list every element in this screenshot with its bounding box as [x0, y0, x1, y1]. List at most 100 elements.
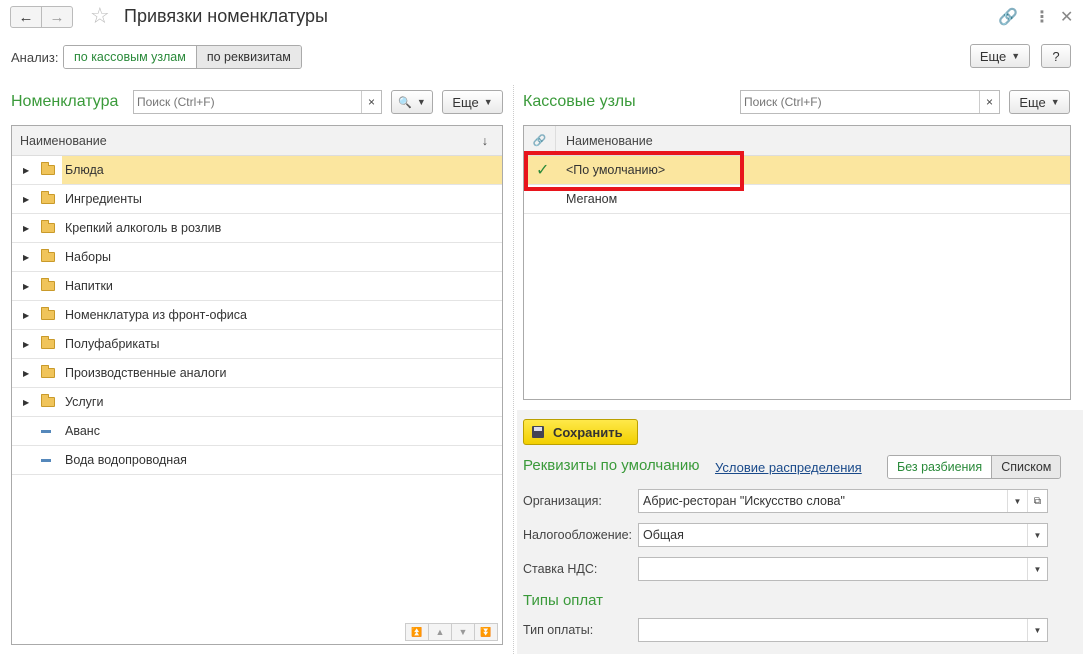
cash-nodes-search-input[interactable]	[741, 92, 979, 112]
nomenclature-title: Номенклатура	[11, 93, 119, 110]
back-button[interactable]: ←	[10, 6, 42, 28]
split-option-none[interactable]: Без разбиения	[888, 456, 992, 478]
table-row[interactable]: ▶ Напитки	[12, 272, 502, 301]
expand-arrow-icon[interactable]: ▶	[23, 311, 31, 320]
payment-type-field[interactable]: ▼	[638, 618, 1048, 642]
item-icon	[41, 429, 51, 433]
nomenclature-more-button[interactable]: Еще ▼	[442, 90, 503, 114]
clear-icon[interactable]: ×	[979, 91, 999, 113]
nomenclature-name: Крепкий алкоголь в розлив	[65, 221, 222, 235]
open-icon[interactable]: ⧉	[1027, 490, 1047, 512]
nomenclature-name: Вода водопроводная	[65, 453, 187, 467]
nomenclature-search-input[interactable]	[134, 92, 361, 112]
expand-arrow-icon[interactable]: ▶	[23, 340, 31, 349]
chevron-down-icon: ▼	[416, 97, 426, 107]
cash-nodes-title: Кассовые узлы	[523, 93, 636, 110]
folder-icon	[41, 365, 55, 378]
arrow-right-icon: →	[49, 8, 65, 26]
scroll-top-icon[interactable]: ⏫	[405, 623, 429, 641]
nomenclature-name: Полуфабрикаты	[65, 337, 160, 351]
folder-icon	[41, 162, 55, 175]
cash-nodes-more-button[interactable]: Еще ▼	[1009, 90, 1070, 114]
search-icon: 🔍	[398, 96, 412, 109]
payment-type-label: Тип оплаты:	[523, 623, 594, 637]
help-button[interactable]: ?	[1041, 44, 1071, 68]
chevron-down-icon: ▼	[1011, 51, 1021, 61]
nomenclature-name: Услуги	[65, 395, 104, 409]
clear-icon[interactable]: ×	[361, 91, 381, 113]
analysis-option-cash-nodes[interactable]: по кассовым узлам	[64, 46, 196, 68]
expand-arrow-icon[interactable]: ▶	[23, 166, 31, 175]
split-option-list[interactable]: Списком	[991, 456, 1061, 478]
find-button[interactable]: 🔍 ▼	[391, 90, 433, 114]
expand-arrow-icon[interactable]: ▶	[23, 253, 31, 262]
more-vertical-icon[interactable]: ⋮	[1034, 7, 1050, 27]
expand-arrow-icon[interactable]: ▶	[23, 224, 31, 233]
chevron-down-icon[interactable]: ▼	[1027, 619, 1047, 641]
nomenclature-table-header[interactable]: Наименование ↓	[12, 126, 502, 156]
taxation-field[interactable]: Общая ▼	[638, 523, 1048, 547]
table-row[interactable]: ▶ Крепкий алкоголь в розлив	[12, 214, 502, 243]
chevron-down-icon: ▼	[1050, 97, 1060, 107]
nomenclature-search: ×	[133, 90, 382, 114]
close-icon[interactable]: ✕	[1060, 7, 1073, 27]
highlight-frame	[524, 151, 744, 191]
table-row[interactable]: ▶ Полуфабрикаты	[12, 330, 502, 359]
cash-nodes-search: ×	[740, 90, 1000, 114]
table-scroll-buttons: ⏫ ▲ ▼ ⏬	[405, 623, 498, 641]
vat-field[interactable]: ▼	[638, 557, 1048, 581]
panel-divider[interactable]	[513, 85, 514, 654]
top-more-button[interactable]: Еще ▼	[970, 44, 1030, 68]
organization-label: Организация:	[523, 494, 602, 508]
nomenclature-table: Наименование ↓ ▶ Блюда ▶ Ингредиенты ▶ Крепки…	[11, 125, 503, 645]
defaults-title: Реквизиты по умолчанию	[523, 457, 700, 474]
analysis-toggle: по кассовым узлам по реквизитам	[63, 45, 302, 69]
table-row[interactable]: Аванс	[12, 417, 502, 446]
table-row[interactable]: ▶ Блюда	[12, 156, 502, 185]
nomenclature-name: Блюда	[62, 156, 502, 184]
chevron-down-icon[interactable]: ▼	[1007, 490, 1027, 512]
condition-link[interactable]: Условие распределения	[715, 460, 862, 475]
chevron-down-icon[interactable]: ▼	[1027, 558, 1047, 580]
expand-arrow-icon[interactable]: ▶	[23, 398, 31, 407]
nomenclature-name: Наборы	[65, 250, 112, 264]
nomenclature-name: Номенклатура из фронт-офиса	[65, 308, 247, 322]
floppy-disk-icon	[532, 426, 544, 438]
table-row[interactable]: ▶ Наборы	[12, 243, 502, 272]
arrow-left-icon: ←	[18, 8, 34, 26]
expand-arrow-icon[interactable]: ▶	[23, 282, 31, 291]
folder-icon	[41, 191, 55, 204]
nomenclature-name: Напитки	[65, 279, 113, 293]
analysis-option-requisites[interactable]: по реквизитам	[195, 46, 301, 68]
scroll-bottom-icon[interactable]: ⏬	[474, 623, 498, 641]
column-name-header: Наименование	[20, 133, 107, 148]
organization-value: Абрис-ресторан "Искусство слова"	[643, 494, 845, 508]
table-row[interactable]: ▶ Производственные аналоги	[12, 359, 502, 388]
nomenclature-name: Ингредиенты	[65, 192, 142, 206]
scroll-down-icon[interactable]: ▼	[451, 623, 475, 641]
star-icon[interactable]: ☆	[90, 3, 110, 29]
table-row[interactable]: ▶ Ингредиенты	[12, 185, 502, 214]
folder-icon	[41, 278, 55, 291]
payment-types-title: Типы оплат	[523, 592, 604, 609]
chevron-down-icon: ▼	[483, 97, 493, 107]
item-icon	[41, 458, 51, 462]
expand-arrow-icon[interactable]: ▶	[23, 369, 31, 378]
expand-arrow-icon[interactable]: ▶	[23, 195, 31, 204]
nomenclature-name: Аванс	[65, 424, 100, 438]
save-button[interactable]: Сохранить	[523, 419, 638, 445]
folder-icon	[41, 249, 55, 262]
table-row[interactable]: Вода водопроводная	[12, 446, 502, 475]
scroll-up-icon[interactable]: ▲	[428, 623, 452, 641]
chevron-down-icon[interactable]: ▼	[1027, 524, 1047, 546]
cash-node-name: Меганом	[566, 192, 618, 206]
table-row[interactable]: ▶ Номенклатура из фронт-офиса	[12, 301, 502, 330]
table-row[interactable]: ▶ Услуги	[12, 388, 502, 417]
organization-field[interactable]: Абрис-ресторан "Искусство слова" ▼ ⧉	[638, 489, 1048, 513]
forward-button[interactable]: →	[41, 6, 73, 28]
split-toggle: Без разбиения Списком	[887, 455, 1062, 479]
sort-arrow-icon: ↓	[481, 133, 488, 148]
analysis-label: Анализ:	[11, 50, 59, 65]
link-icon[interactable]: 🔗	[998, 7, 1018, 27]
nomenclature-name: Производственные аналоги	[65, 366, 227, 380]
